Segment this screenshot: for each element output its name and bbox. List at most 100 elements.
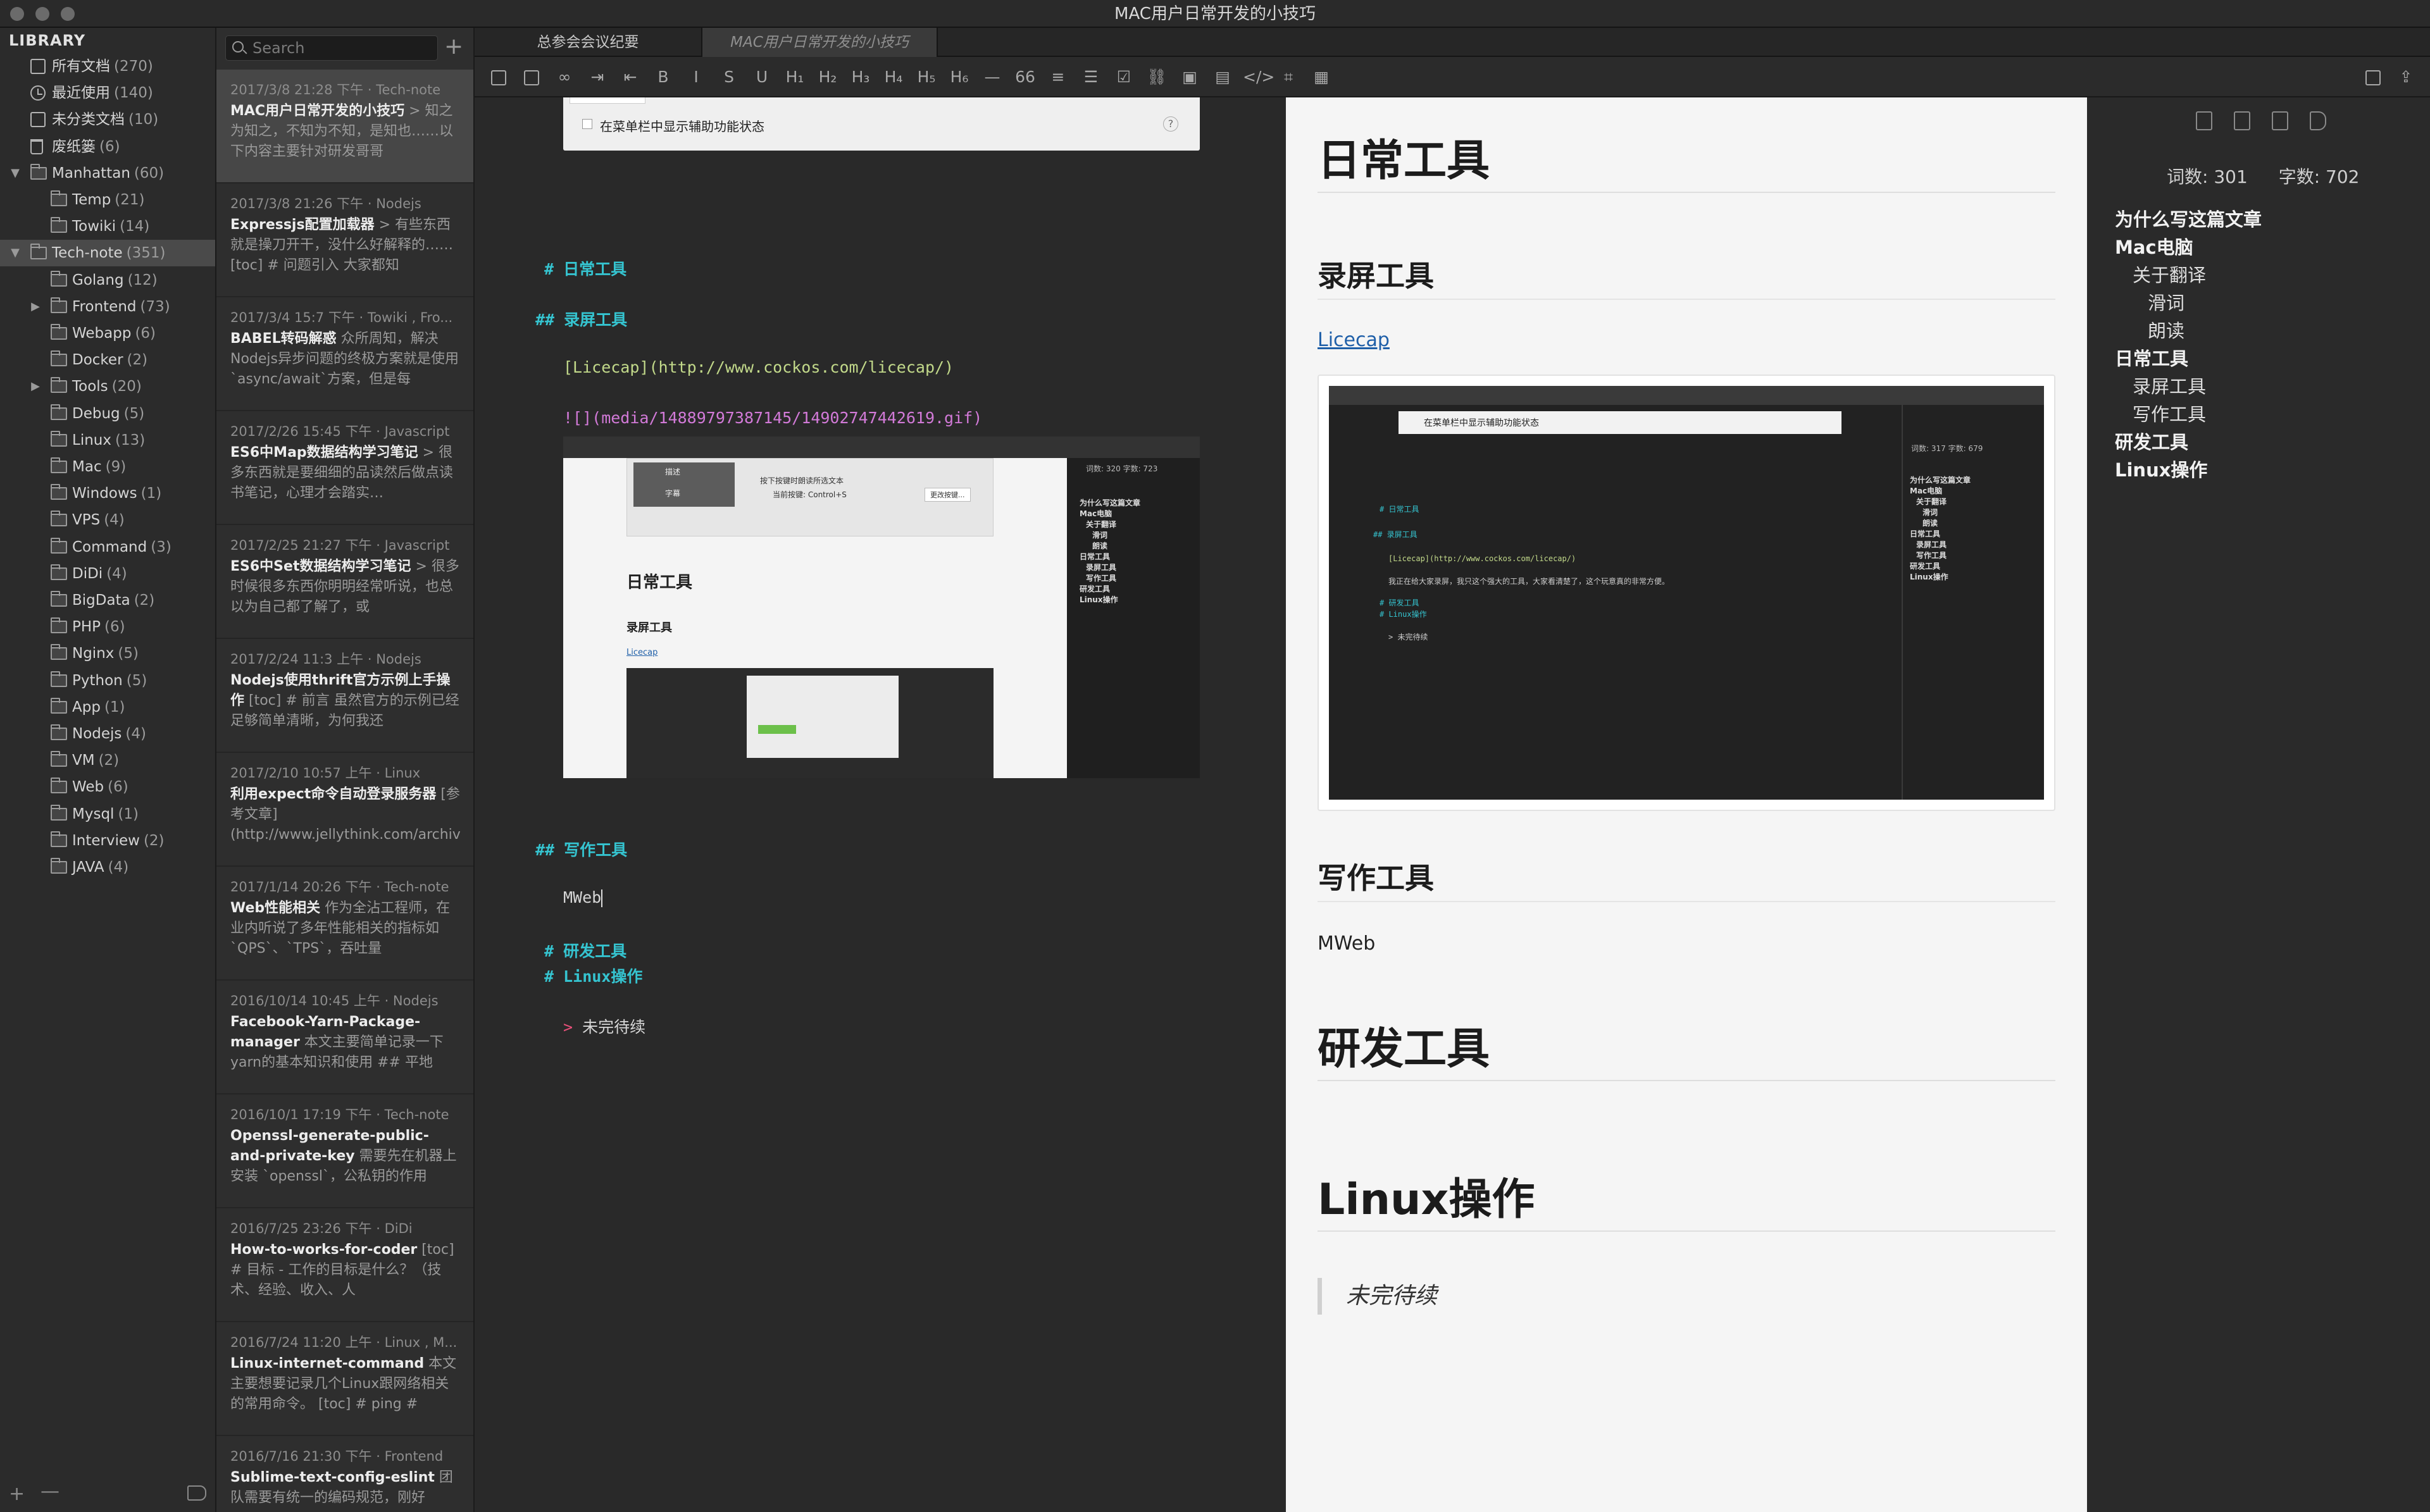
remove-folder-button[interactable]: — [40,1480,59,1503]
sidebar-item-php[interactable]: PHP (6) [0,614,215,640]
sidebar-item-command[interactable]: Command (3) [0,534,215,561]
sidebar-item-web[interactable]: Web (6) [0,774,215,800]
tab-meeting-notes[interactable]: 总参会会议纪要 [475,28,702,57]
outdent-icon[interactable]: ⇤ [618,66,643,89]
note-list-item[interactable]: 2016/7/24 11:20 上午 · Linux , M... Linux-i… [216,1322,473,1436]
sidebar-item-mysql[interactable]: Mysql (1) [0,801,215,827]
h3-icon[interactable]: H₃ [848,66,873,89]
h4-icon[interactable]: H₄ [881,66,906,89]
note-list-item[interactable]: 2016/10/14 10:45 上午 · Nodejs Facebook-Yar… [216,981,473,1094]
sidebar-item-webapp[interactable]: Webapp (6) [0,320,215,347]
tag-icon[interactable] [187,1485,206,1501]
tab-mac-tips[interactable]: MAC用户日常开发的小技巧 [702,28,938,57]
note-list-item[interactable]: 2017/2/25 21:27 下午 · Javascript ES6中Set数据… [216,525,473,639]
document-info-icon[interactable] [2234,111,2250,130]
sidebar-item-golang[interactable]: Golang (12) [0,267,215,294]
sidebar-item-interview[interactable]: Interview (2) [0,827,215,854]
disclosure-triangle-icon[interactable]: ▶ [29,294,42,320]
crop-icon[interactable]: ⌗ [1276,66,1301,89]
split-view-icon[interactable] [519,66,544,89]
disclosure-triangle-icon[interactable]: ▼ [9,240,22,266]
note-list-item[interactable]: 2017/2/10 10:57 上午 · Linux 利用expect命令自动登录… [216,753,473,867]
note-list-item[interactable]: 2017/1/14 20:26 下午 · Tech-note Web性能相关 作为… [216,867,473,981]
toggle-sidebar-icon[interactable] [486,66,511,89]
toc-item[interactable]: 日常工具 [2115,344,2188,371]
sidebar-item-app[interactable]: App (1) [0,694,215,721]
tag-icon[interactable] [2310,111,2326,130]
sidebar-item-nginx[interactable]: Nginx (5) [0,640,215,667]
sidebar-item-废纸篓[interactable]: 废纸篓 (6) [0,133,215,160]
sidebar-item-didi[interactable]: DiDi (4) [0,561,215,587]
toc-item[interactable]: Linux操作 [2115,455,2207,482]
image-upload-icon[interactable]: ▤ [1210,66,1235,89]
bold-icon[interactable]: B [651,66,676,89]
sidebar-item-未分类文档[interactable]: 未分类文档 (10) [0,106,215,133]
focus-icon[interactable]: ∞ [552,66,577,89]
sidebar-item-docker[interactable]: Docker (2) [0,347,215,373]
sidebar-item-mac[interactable]: Mac (9) [0,454,215,480]
preview-licecap-link[interactable]: Licecap [1318,329,1390,351]
indent-icon[interactable]: ⇥ [585,66,610,89]
note-list-item[interactable]: 2017/2/26 15:45 下午 · Javascript ES6中Map数据… [216,411,473,525]
disclosure-triangle-icon[interactable]: ▶ [29,373,42,400]
note-list-item[interactable]: 2017/3/4 15:7 下午 · Towiki , Fro... BABEL转… [216,297,473,411]
sidebar-item-java[interactable]: JAVA (4) [0,854,215,881]
sidebar-item-所有文档[interactable]: 所有文档 (270) [0,53,215,80]
checkbox-icon[interactable]: ☑ [1111,66,1137,89]
strikethrough-icon[interactable]: S [716,66,742,89]
toc-item[interactable]: 为什么写这篇文章 [2115,205,2262,232]
note-list-item[interactable]: 2017/3/8 21:26 下午 · Nodejs Expressjs配置加载器… [216,183,473,297]
search-box[interactable] [225,35,438,61]
code-icon[interactable]: </> [1243,66,1274,89]
sidebar-item-nodejs[interactable]: Nodejs (4) [0,721,215,747]
share-icon[interactable]: ⇪ [2393,66,2419,89]
table-icon[interactable]: ▦ [1309,66,1334,89]
sidebar-item-tools[interactable]: ▶ Tools (20) [0,373,215,400]
sidebar-item-vps[interactable]: VPS (4) [0,507,215,533]
sidebar-item-bigdata[interactable]: BigData (2) [0,587,215,614]
sidebar-item-temp[interactable]: Temp (21) [0,187,215,213]
sidebar-item-frontend[interactable]: ▶ Frontend (73) [0,294,215,320]
sidebar-item-windows[interactable]: Windows (1) [0,480,215,507]
toc-item[interactable]: 研发工具 [2115,428,2188,454]
underline-icon[interactable]: U [749,66,775,89]
add-folder-button[interactable]: + [9,1483,25,1505]
h2-icon[interactable]: H₂ [815,66,840,89]
toggle-outline-icon[interactable] [2360,66,2386,89]
italic-icon[interactable]: I [683,66,709,89]
toc-item[interactable]: 录屏工具 [2133,372,2206,399]
quote-icon[interactable]: 66 [1012,66,1038,89]
note-list-item[interactable]: 2017/2/24 11:3 上午 · Nodejs Nodejs使用thrift… [216,639,473,753]
sidebar-item-vm[interactable]: VM (2) [0,747,215,774]
outline-icon[interactable] [2196,111,2212,130]
note-list-item[interactable]: 2016/7/25 23:26 下午 · DiDi How-to-works-fo… [216,1208,473,1322]
unordered-list-icon[interactable]: ☰ [1078,66,1104,89]
note-list-item[interactable]: 2017/3/8 21:28 下午 · Tech-note MAC用户日常开发的小… [216,70,473,183]
sidebar-item-linux[interactable]: Linux (13) [0,427,215,454]
ordered-list-icon[interactable]: ≡ [1045,66,1071,89]
toc-item[interactable]: 朗读 [2148,316,2184,343]
attachments-icon[interactable] [2272,111,2288,130]
h1-icon[interactable]: H₁ [782,66,807,89]
toc-item[interactable]: Mac电脑 [2115,233,2193,259]
add-note-button[interactable]: + [444,34,463,59]
markdown-editor[interactable]: 在菜单栏中显示辅助功能状态 ? # 日常工具 ## 录屏工具 [Licecap]… [475,97,1286,1512]
image-icon[interactable]: ▣ [1177,66,1202,89]
sidebar-item-tech-note[interactable]: ▼ Tech-note (351) [0,240,215,267]
toc-item[interactable]: 写作工具 [2133,400,2206,426]
note-list-item[interactable]: 2016/10/1 17:19 下午 · Tech-note Openssl-ge… [216,1094,473,1208]
sidebar-item-manhattan[interactable]: ▼ Manhattan (60) [0,160,215,187]
link-icon[interactable]: ⛓ [1144,66,1169,89]
toc-item[interactable]: 关于翻译 [2133,261,2206,287]
note-list-item[interactable]: 2016/7/16 21:30 下午 · Frontend Sublime-tex… [216,1436,473,1512]
sidebar-item-最近使用[interactable]: 最近使用 (140) [0,80,215,106]
sidebar-item-towiki[interactable]: Towiki (14) [0,213,215,240]
h6-icon[interactable]: H₆ [947,66,972,89]
toc-item[interactable]: 滑词 [2148,288,2184,315]
sidebar-item-python[interactable]: Python (5) [0,667,215,694]
h5-icon[interactable]: H₅ [914,66,939,89]
horizontal-rule-icon[interactable]: — [980,66,1005,89]
disclosure-triangle-icon[interactable]: ▼ [9,160,22,187]
sidebar-item-debug[interactable]: Debug (5) [0,400,215,427]
search-input[interactable] [252,36,430,60]
